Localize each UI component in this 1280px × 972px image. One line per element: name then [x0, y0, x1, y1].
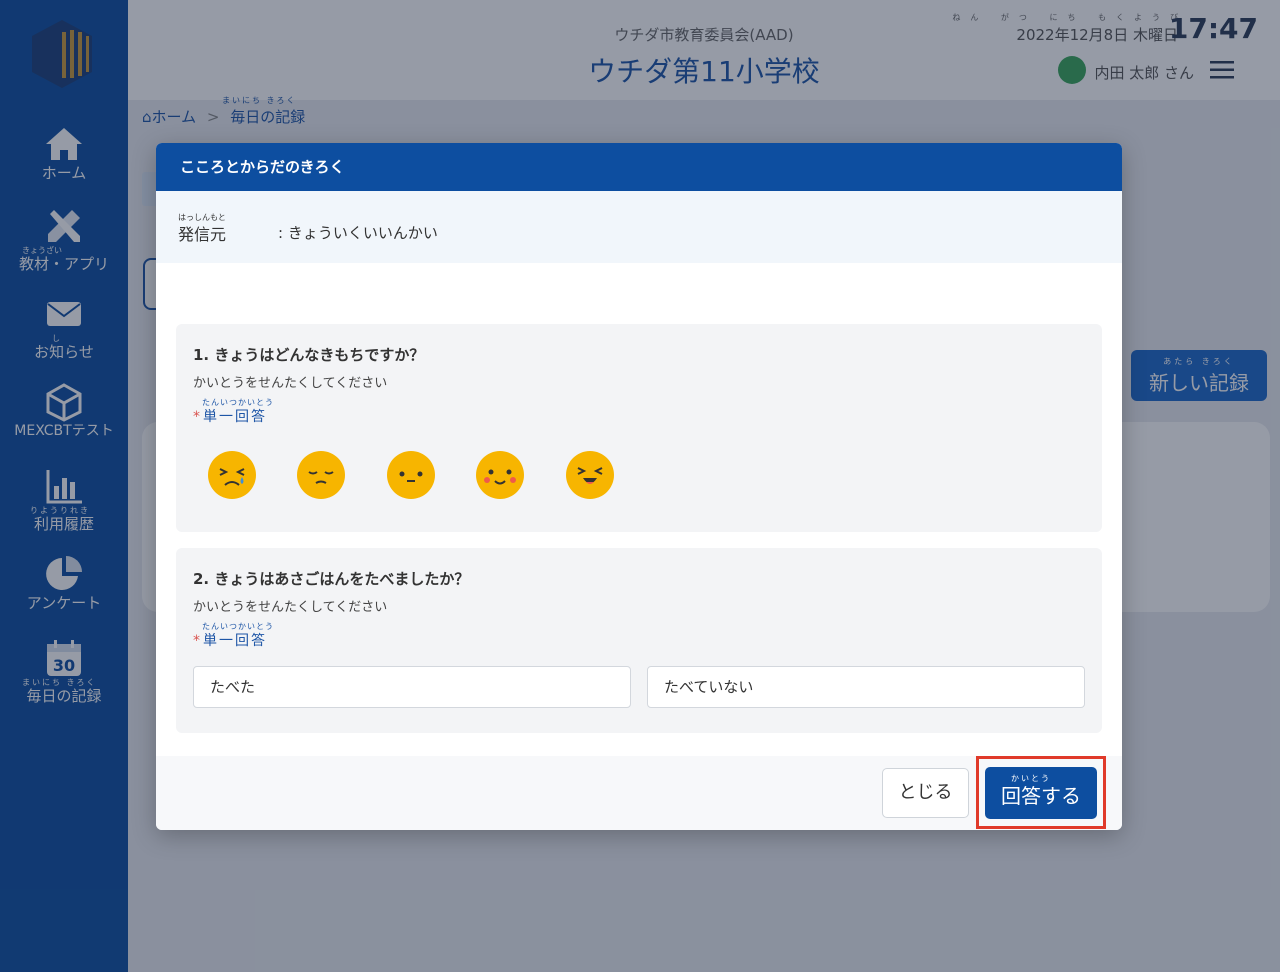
modal-title: こころとからだのきろく [156, 143, 1122, 191]
neutral-face-icon[interactable] [387, 451, 435, 499]
submit-answer-label: 回答する [1001, 784, 1081, 808]
question-hint: かいとうをせんたくしてください [193, 376, 388, 391]
crying-face-icon[interactable] [208, 451, 256, 499]
close-button[interactable]: とじる [882, 768, 969, 818]
answer-type: * 単一回答 [193, 409, 267, 425]
sender-row: はっしんもと 発信元 : きょういくいいんかい [156, 191, 1122, 263]
answer-type-label: 単一回答 [203, 633, 267, 649]
sad-face-icon[interactable] [297, 451, 345, 499]
option-did-not-eat[interactable]: たべていない [647, 666, 1085, 708]
sender-label: 発信元 [178, 225, 227, 244]
answer-type-label: 単一回答 [203, 409, 267, 425]
submit-answer-button[interactable]: かいとう 回答する [985, 767, 1097, 819]
modal-footer: とじる かいとう 回答する [156, 756, 1122, 830]
question-card-1: 1. きょうはどんなきもちですか？ かいとうをせんたくしてください たんいつかい… [176, 324, 1102, 532]
question-title: 1. きょうはどんなきもちですか？ [193, 346, 425, 364]
question-hint: かいとうをせんたくしてください [193, 600, 388, 615]
answer-button-highlight: かいとう 回答する [976, 756, 1106, 829]
answer-type: * 単一回答 [193, 633, 267, 649]
survey-modal: こころとからだのきろく はっしんもと 発信元 : きょういくいいんかい 1. き… [156, 143, 1122, 830]
option-ate[interactable]: たべた [193, 666, 631, 708]
question-title: 2. きょうはあさごはんをたべましたか？ [193, 570, 470, 588]
sender-value: : きょういくいいんかい [278, 224, 438, 242]
question-card-2: 2. きょうはあさごはんをたべましたか？ かいとうをせんたくしてください たんい… [176, 548, 1102, 733]
happy-face-icon[interactable] [566, 451, 614, 499]
smiling-face-icon[interactable] [476, 451, 524, 499]
submit-answer-ruby: かいとう [1011, 774, 1051, 783]
